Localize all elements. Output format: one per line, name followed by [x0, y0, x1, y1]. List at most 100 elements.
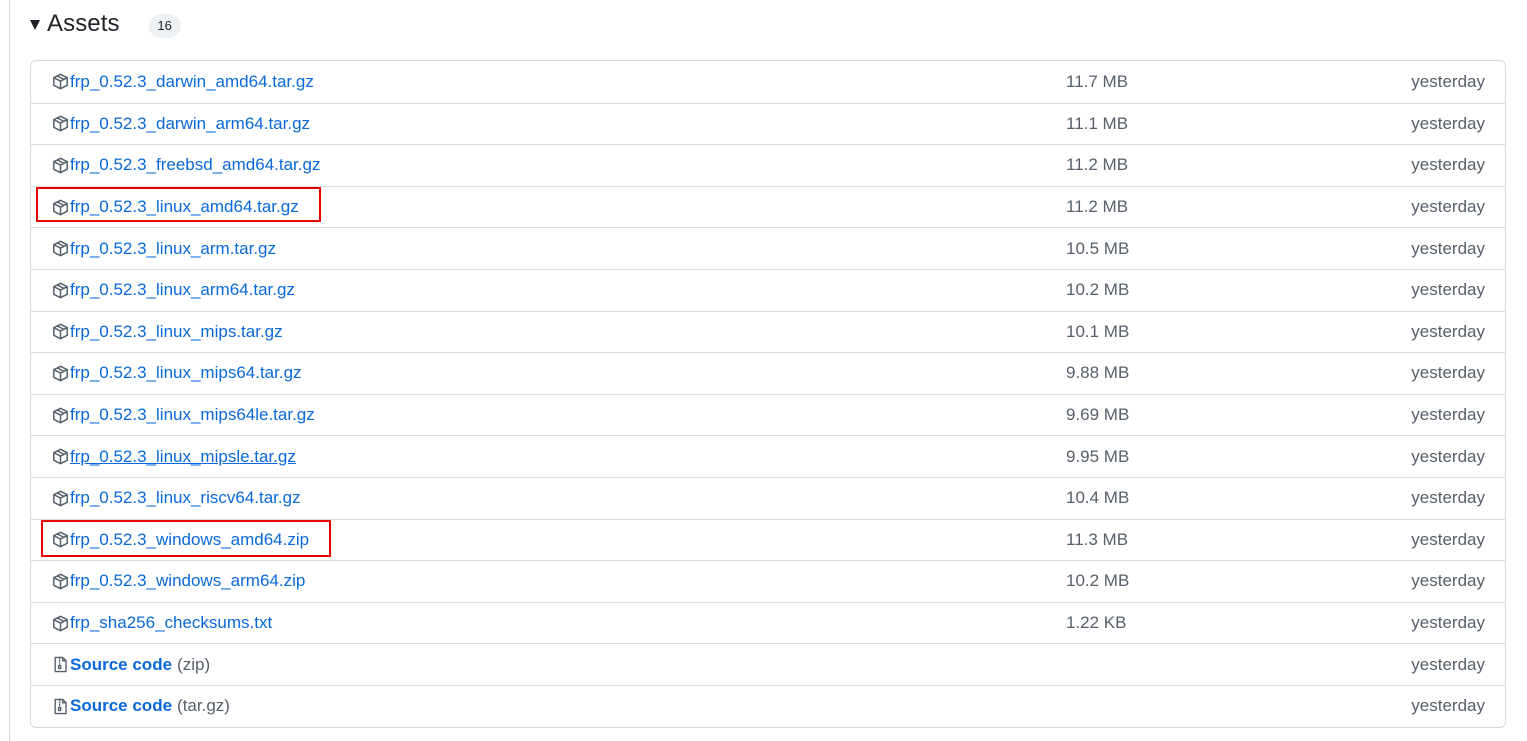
asset-row: frp_0.52.3_freebsd_amd64.tar.gz 11.2 MB ye… — [31, 144, 1505, 186]
asset-download-link[interactable]: frp_0.52.3_linux_mips.tar.gz — [51, 322, 283, 342]
asset-name: frp_0.52.3_linux_mips64.tar.gz — [70, 363, 302, 383]
asset-format-suffix: (tar.gz) — [177, 696, 230, 716]
asset-size: 10.5 MB — [1066, 238, 1130, 258]
asset-download-link[interactable]: frp_0.52.3_darwin_amd64.tar.gz — [51, 72, 314, 92]
file-zip-icon — [51, 697, 69, 715]
package-icon — [51, 323, 69, 341]
asset-date: yesterday — [1411, 71, 1485, 91]
asset-date: yesterday — [1411, 155, 1485, 175]
asset-row: frp_0.52.3_linux_mips.tar.gz 10.1 MB yeste… — [31, 310, 1505, 353]
asset-row: frp_0.52.3_linux_mipsle.tar.gz 9.95 MB yes… — [31, 435, 1505, 477]
asset-size: 9.95 MB — [1066, 446, 1130, 466]
asset-row: frp_0.52.3_linux_mips64le.tar.gz 9.69 MB y… — [31, 393, 1505, 436]
asset-size: 11.3 MB — [1066, 529, 1129, 549]
asset-name: frp_0.52.3_linux_mips64le.tar.gz — [70, 405, 315, 425]
asset-name: frp_0.52.3_freebsd_amd64.tar.gz — [70, 155, 321, 175]
package-icon — [51, 572, 69, 590]
asset-date: yesterday — [1411, 571, 1485, 591]
asset-row: frp_0.52.3_linux_mips64.tar.gz 9.88 MB yes… — [31, 352, 1505, 394]
asset-size: 9.88 MB — [1066, 363, 1130, 383]
package-icon — [51, 448, 69, 466]
asset-row: frp_0.52.3_darwin_amd64.tar.gz 11.7 MB yes… — [31, 61, 1505, 103]
package-icon — [51, 531, 69, 549]
asset-download-link[interactable]: frp_0.52.3_linux_arm.tar.gz — [51, 239, 276, 259]
caret-down-icon[interactable] — [30, 20, 40, 30]
asset-name: frp_sha256_checksums.txt — [70, 613, 273, 633]
asset-size: 10.1 MB — [1066, 321, 1130, 341]
assets-title: Assets — [47, 10, 120, 37]
package-icon — [51, 240, 69, 258]
asset-download-link[interactable]: frp_0.52.3_linux_amd64.tar.gz — [51, 197, 299, 217]
asset-name: frp_0.52.3_windows_arm64.zip — [70, 571, 306, 591]
asset-size: 11.1 MB — [1066, 113, 1129, 133]
asset-date: yesterday — [1411, 613, 1485, 633]
asset-date: yesterday — [1411, 405, 1485, 425]
asset-size: 11.2 MB — [1066, 155, 1129, 175]
asset-row: frp_0.52.3_linux_amd64.tar.gz 11.2 MB yest… — [31, 185, 1505, 228]
assets-header[interactable]: Assets 16 — [30, 6, 181, 42]
asset-date: yesterday — [1411, 113, 1485, 133]
left-divider — [9, 0, 10, 741]
package-icon — [51, 406, 69, 424]
asset-size: 11.2 MB — [1066, 197, 1129, 217]
package-icon — [51, 73, 69, 91]
asset-name: frp_0.52.3_linux_mips.tar.gz — [70, 321, 283, 341]
asset-download-link[interactable]: frp_0.52.3_linux_mips64.tar.gz — [51, 363, 302, 383]
asset-name: frp_0.52.3_darwin_arm64.tar.gz — [70, 113, 311, 133]
asset-download-link[interactable]: frp_0.52.3_darwin_arm64.tar.gz — [51, 114, 310, 134]
asset-download-link[interactable]: frp_0.52.3_linux_mipsle.tar.gz — [51, 447, 296, 467]
asset-row: frp_sha256_checksums.txt 1.22 KB yesterday — [31, 601, 1505, 644]
asset-row: frp_0.52.3_linux_arm64.tar.gz 10.2 MB yest… — [31, 268, 1505, 311]
asset-download-link[interactable]: frp_0.52.3_windows_arm64.zip — [51, 571, 305, 591]
asset-date: yesterday — [1411, 321, 1485, 341]
asset-download-link[interactable]: Source code (tar.gz) — [51, 696, 230, 716]
file-zip-icon — [51, 656, 69, 674]
package-icon — [51, 198, 69, 216]
asset-row: frp_0.52.3_windows_arm64.zip 10.2 MB yeste… — [31, 560, 1505, 602]
package-icon — [51, 115, 69, 133]
asset-download-link[interactable]: Source code (zip) — [51, 655, 210, 675]
asset-download-link[interactable]: frp_0.52.3_linux_arm64.tar.gz — [51, 280, 295, 300]
asset-name: frp_0.52.3_linux_riscv64.tar.gz — [70, 488, 301, 508]
asset-date: yesterday — [1411, 654, 1485, 674]
asset-list: frp_0.52.3_darwin_amd64.tar.gz 11.7 MB yes… — [30, 60, 1506, 728]
asset-size: 9.69 MB — [1066, 405, 1130, 425]
asset-name: frp_0.52.3_linux_mipsle.tar.gz — [70, 446, 296, 466]
asset-format-suffix: (zip) — [177, 654, 211, 674]
asset-row: frp_0.52.3_linux_riscv64.tar.gz 10.4 MB ye… — [31, 476, 1505, 519]
asset-name: frp_0.52.3_windows_amd64.zip — [70, 529, 310, 549]
asset-date: yesterday — [1411, 529, 1485, 549]
asset-row: frp_0.52.3_darwin_arm64.tar.gz 11.1 MB yes… — [31, 102, 1505, 145]
asset-download-link[interactable]: frp_0.52.3_linux_riscv64.tar.gz — [51, 488, 301, 508]
asset-row: frp_0.52.3_linux_arm.tar.gz 10.5 MB yester… — [31, 227, 1505, 269]
asset-name: Source code — [70, 654, 173, 674]
asset-date: yesterday — [1411, 363, 1485, 383]
asset-size: 10.2 MB — [1066, 571, 1130, 591]
package-icon — [51, 156, 69, 174]
asset-date: yesterday — [1411, 238, 1485, 258]
asset-name: Source code — [70, 696, 173, 716]
asset-date: yesterday — [1411, 197, 1485, 217]
package-icon — [51, 281, 69, 299]
asset-download-link[interactable]: frp_0.52.3_windows_amd64.zip — [51, 530, 309, 550]
asset-row: Source code (tar.gz) yesterday — [31, 684, 1505, 727]
asset-download-link[interactable]: frp_0.52.3_linux_mips64le.tar.gz — [51, 405, 315, 425]
asset-date: yesterday — [1411, 488, 1485, 508]
asset-date: yesterday — [1411, 696, 1485, 716]
assets-count-badge: 16 — [148, 14, 181, 38]
release-assets-page: Assets 16 frp_0.52.3_darwin_amd64.tar.gz… — [0, 0, 1527, 741]
asset-size: 10.4 MB — [1066, 488, 1130, 508]
asset-size: 1.22 KB — [1066, 613, 1127, 633]
asset-download-link[interactable]: frp_0.52.3_freebsd_amd64.tar.gz — [51, 155, 320, 175]
package-icon — [51, 489, 69, 507]
asset-name: frp_0.52.3_linux_arm.tar.gz — [70, 238, 277, 258]
asset-date: yesterday — [1411, 280, 1485, 300]
asset-download-link[interactable]: frp_sha256_checksums.txt — [51, 613, 272, 633]
asset-size: 11.7 MB — [1066, 71, 1129, 91]
asset-name: frp_0.52.3_darwin_amd64.tar.gz — [70, 71, 314, 91]
asset-row: Source code (zip) yesterday — [31, 643, 1505, 685]
asset-row: frp_0.52.3_windows_amd64.zip 11.3 MB yeste… — [31, 518, 1505, 561]
asset-name: frp_0.52.3_linux_arm64.tar.gz — [70, 280, 295, 300]
asset-date: yesterday — [1411, 446, 1485, 466]
asset-size: 10.2 MB — [1066, 280, 1130, 300]
